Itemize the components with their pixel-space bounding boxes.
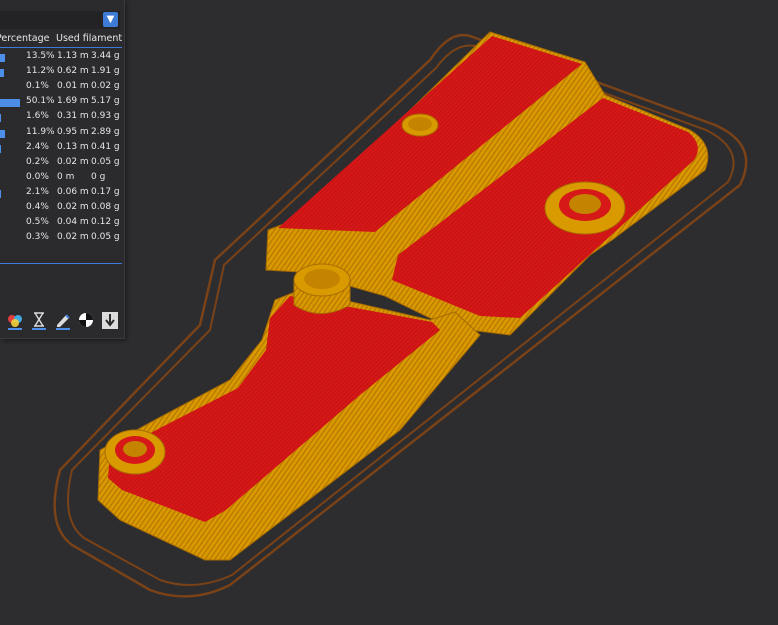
percentage-bar xyxy=(0,114,1,123)
table-row: 0.4% 0.02 m 0.08 g xyxy=(0,202,122,217)
length-value: 0.13 m xyxy=(57,141,89,152)
percentage-value: 11.9% xyxy=(26,126,55,137)
percentage-bar xyxy=(0,189,1,198)
table-row: 0.3% 0.02 m 0.05 g xyxy=(0,232,122,247)
length-value: 0.95 m xyxy=(57,126,89,137)
length-value: 0.02 m xyxy=(57,232,89,243)
percentage-value: 13.5% xyxy=(26,51,55,61)
percentage-value: 50.1% xyxy=(26,96,55,107)
table-row: 2.1% 0.06 m 0.17 g xyxy=(0,187,122,202)
length-value: 0.62 m xyxy=(57,66,89,77)
length-value: 0.02 m xyxy=(57,202,89,212)
weight-value: 0.05 g xyxy=(91,156,120,167)
percentage-bar xyxy=(0,99,20,108)
percentage-value: 0.5% xyxy=(26,217,49,228)
length-value: 0.04 m xyxy=(57,217,89,228)
length-value: 0.02 m xyxy=(57,156,89,167)
percentage-header: Percentage xyxy=(0,33,50,44)
weight-value: 0.41 g xyxy=(91,141,120,152)
table-row: 0.0% 0 m 0 g xyxy=(0,172,122,187)
table-row: 0.2% 0.02 m 0.05 g xyxy=(0,157,122,172)
hourglass-icon[interactable] xyxy=(30,311,48,331)
table-row: 1.6% 0.31 m 0.93 g xyxy=(0,111,122,126)
table-row: 0.5% 0.04 m 0.12 g xyxy=(0,217,122,232)
color-scheme-icon[interactable] xyxy=(6,311,24,331)
view-type-dropdown[interactable]: ▼ xyxy=(0,11,120,29)
percentage-value: 0.0% xyxy=(26,171,49,182)
table-row: 11.9% 0.95 m 2.89 g xyxy=(0,127,122,142)
length-value: 1.69 m xyxy=(57,96,89,107)
percentage-bar xyxy=(0,144,1,153)
percentage-value: 0.3% xyxy=(26,232,49,243)
edit-pencil-icon[interactable] xyxy=(54,311,72,331)
percentage-value: 2.4% xyxy=(26,141,49,152)
weight-value: 3.44 g xyxy=(91,51,120,61)
percentage-value: 2.1% xyxy=(26,186,49,197)
weight-value: 1.91 g xyxy=(91,66,120,77)
checker-ball-icon[interactable] xyxy=(77,311,95,331)
weight-value: 2.89 g xyxy=(91,126,120,137)
percentage-value: 0.4% xyxy=(26,202,49,212)
export-arrow-icon[interactable] xyxy=(101,311,119,331)
weight-value: 0.02 g xyxy=(91,81,120,92)
percentage-bar xyxy=(0,129,5,138)
panel-divider xyxy=(0,263,122,264)
percentage-value: 1.6% xyxy=(26,111,49,122)
length-value: 0.06 m xyxy=(57,186,89,197)
percentage-value: 0.2% xyxy=(26,156,49,167)
percentage-bar xyxy=(0,69,4,78)
table-row: 2.4% 0.13 m 0.41 g xyxy=(0,142,122,157)
weight-value: 5.17 g xyxy=(91,96,120,107)
length-value: 0.01 m xyxy=(57,81,89,92)
table-row: 50.1% 1.69 m 5.17 g xyxy=(0,96,122,111)
table-row: 0.1% 0.01 m 0.02 g xyxy=(0,81,122,96)
chevron-down-icon[interactable]: ▼ xyxy=(103,12,118,27)
weight-value: 0.05 g xyxy=(91,232,120,243)
table-row: 13.5% 1.13 m 3.44 g xyxy=(0,51,122,66)
weight-value: 0.08 g xyxy=(91,202,120,212)
weight-value: 0.17 g xyxy=(91,186,120,197)
length-value: 0.31 m xyxy=(57,111,89,122)
percentage-value: 11.2% xyxy=(26,66,55,77)
percentage-value: 0.1% xyxy=(26,81,49,92)
table-row: 11.2% 0.62 m 1.91 g xyxy=(0,66,122,81)
filament-stats-panel: ▼ Percentage Used filament 13.5% 1.13 m 3.… xyxy=(0,0,125,339)
weight-value: 0.93 g xyxy=(91,111,120,122)
weight-value: 0.12 g xyxy=(91,217,120,228)
length-value: 0 m xyxy=(57,171,75,182)
percentage-bar xyxy=(0,54,5,62)
header-divider xyxy=(0,47,122,48)
length-value: 1.13 m xyxy=(57,51,89,61)
weight-value: 0 g xyxy=(91,171,106,182)
used-filament-header: Used filament xyxy=(56,33,123,44)
